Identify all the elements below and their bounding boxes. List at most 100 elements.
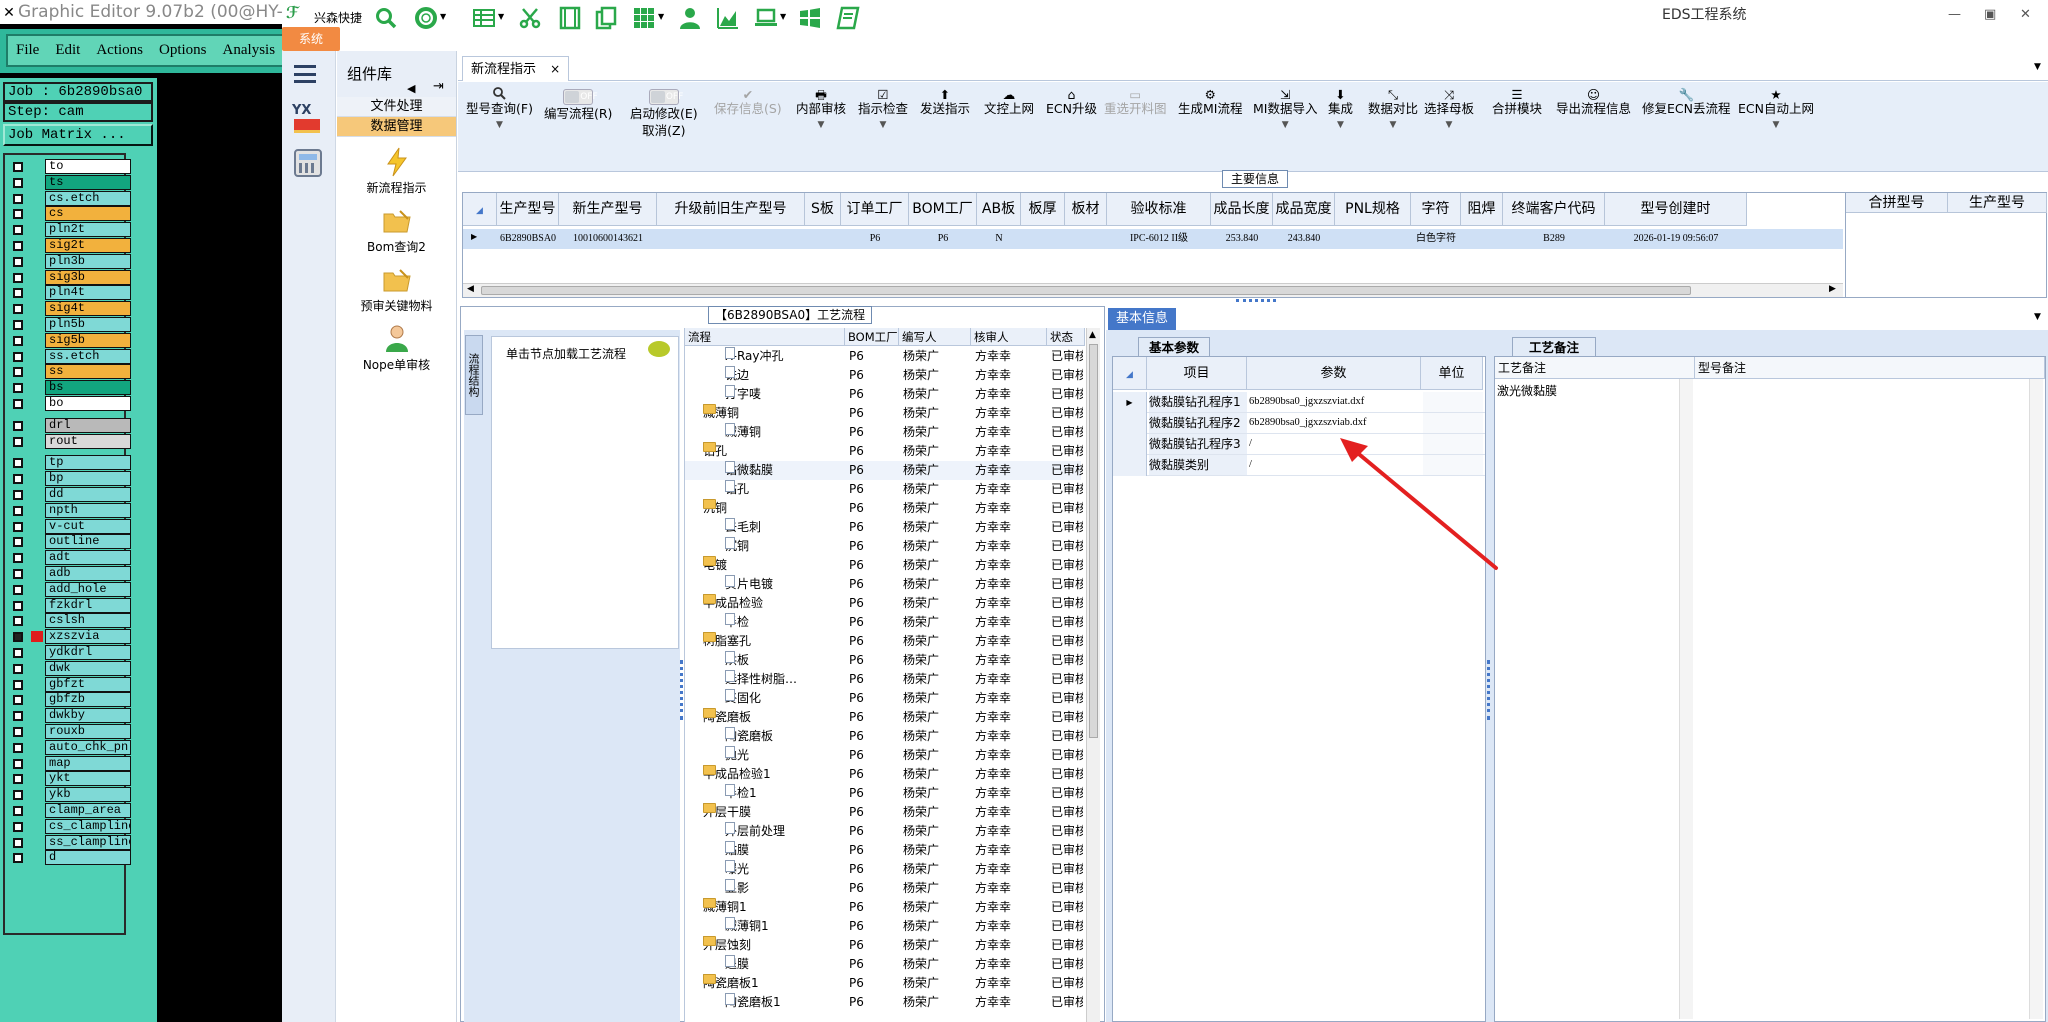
table-cell[interactable] bbox=[1065, 229, 1107, 249]
process-name-cell[interactable]: 陶瓷磨板 bbox=[725, 727, 845, 746]
table-cell[interactable] bbox=[1461, 229, 1503, 249]
process-name-cell[interactable]: −沉铜 bbox=[703, 499, 845, 518]
table-cell[interactable]: P6 bbox=[849, 499, 899, 518]
process-name-cell[interactable]: −外层蚀刻 bbox=[703, 936, 845, 955]
speech-bubble-icon[interactable] bbox=[648, 341, 670, 357]
maximize-icon[interactable]: ▣ bbox=[1984, 7, 1996, 22]
process-name-cell[interactable]: −外层干膜 bbox=[703, 803, 845, 822]
param-row[interactable]: ▶ 微黏膜钻孔程序1 6b2890bsa0_jgxzszviat.dxf bbox=[1113, 392, 1485, 413]
layer-row[interactable]: cslsh bbox=[9, 613, 131, 629]
process-row[interactable]: 贴膜 P6 杨荣广 方幸幸 已审核 bbox=[685, 841, 1083, 860]
process-row[interactable]: 显影 P6 杨荣广 方幸幸 已审核 bbox=[685, 879, 1083, 898]
layer-checkbox[interactable] bbox=[13, 209, 23, 220]
table-cell[interactable]: 已审核 bbox=[1051, 480, 1083, 499]
process-row[interactable]: 陶瓷磨板 P6 杨荣广 方幸幸 已审核 bbox=[685, 727, 1083, 746]
column-header[interactable]: S板 bbox=[805, 193, 841, 226]
nav-tab-data-management[interactable]: 数据管理 bbox=[337, 117, 456, 137]
table-cell[interactable]: 杨荣广 bbox=[903, 860, 971, 879]
process-name-cell[interactable]: 打字唛 bbox=[725, 385, 845, 404]
generate-mi-flow-button[interactable]: ⚙ 生成MI流程 bbox=[1178, 86, 1242, 117]
table-cell[interactable]: P6 bbox=[849, 841, 899, 860]
table-cell[interactable]: P6 bbox=[849, 708, 899, 727]
layer-name[interactable]: to bbox=[45, 159, 131, 174]
table-cell[interactable]: 已审核 bbox=[1051, 651, 1083, 670]
table-cell[interactable]: 杨荣广 bbox=[903, 499, 971, 518]
reselect-cutting-image-button[interactable]: ▭ 重选开料图 bbox=[1104, 86, 1167, 117]
layer-name[interactable]: add_hole bbox=[45, 581, 131, 597]
layer-checkbox[interactable] bbox=[13, 241, 23, 251]
table-cell[interactable]: 杨荣广 bbox=[903, 803, 971, 822]
layer-checkbox[interactable] bbox=[13, 288, 23, 299]
job-field[interactable]: Job : 6b2890bsa0 bbox=[3, 82, 153, 102]
column-header[interactable]: 新生产型号 bbox=[559, 193, 657, 226]
table-cell[interactable]: 方幸幸 bbox=[975, 404, 1045, 423]
process-row[interactable]: 半检 P6 杨荣广 方幸幸 已审核 bbox=[685, 613, 1083, 632]
model-query-button[interactable]: 型号查询(F) ▼ bbox=[466, 86, 533, 134]
table-cell[interactable]: 已审核 bbox=[1051, 803, 1083, 822]
job-matrix-button[interactable]: Job Matrix ... bbox=[3, 124, 153, 146]
layer-row[interactable]: sig2t bbox=[9, 238, 131, 253]
table-cell[interactable]: 6b2890bsa0_jgxzszviab.dxf bbox=[1249, 413, 1419, 433]
column-header[interactable]: 成品宽度 bbox=[1273, 193, 1335, 226]
table-cell[interactable]: 243.840 bbox=[1273, 229, 1335, 249]
table-cell[interactable]: 微黏膜钻孔程序1 bbox=[1149, 392, 1247, 412]
process-name-cell[interactable]: 抛光 bbox=[725, 746, 845, 765]
laptop-icon[interactable] bbox=[754, 6, 778, 30]
table-cell[interactable]: P6 bbox=[849, 347, 899, 366]
column-header[interactable]: 板厚 bbox=[1021, 193, 1065, 226]
table-cell[interactable]: 方幸幸 bbox=[975, 993, 1045, 1012]
process-row[interactable]: −陶瓷磨板P6杨荣广方幸幸已审核 bbox=[685, 708, 1083, 727]
layer-name[interactable]: ydkdrl bbox=[45, 645, 131, 660]
process-row[interactable]: 沉铜 P6 杨荣广 方幸幸 已审核 bbox=[685, 537, 1083, 556]
layer-row[interactable]: gbfzt bbox=[9, 676, 131, 692]
column-header[interactable]: 板材 bbox=[1065, 193, 1107, 226]
table-cell[interactable]: 方幸幸 bbox=[975, 936, 1045, 955]
process-name-cell[interactable]: −钻孔 bbox=[703, 442, 845, 461]
process-row[interactable]: 选择性树脂… P6 杨荣广 方幸幸 已审核 bbox=[685, 670, 1083, 689]
table-cell[interactable] bbox=[1021, 229, 1065, 249]
layer-row[interactable]: bo bbox=[9, 396, 131, 411]
layer-name[interactable]: dwk bbox=[45, 660, 131, 676]
toggle-switch[interactable]: OFF bbox=[648, 89, 683, 105]
layer-checkbox[interactable] bbox=[13, 679, 23, 690]
layer-checkbox[interactable] bbox=[13, 727, 23, 737]
layer-row[interactable]: xzszvia bbox=[9, 629, 131, 645]
process-name-cell[interactable]: 退膜 bbox=[725, 955, 845, 974]
table-cell[interactable] bbox=[1423, 413, 1483, 433]
layer-row[interactable]: drl bbox=[9, 417, 131, 433]
layer-row[interactable]: ykt bbox=[9, 771, 131, 787]
dropdown-arrow-icon[interactable]: ▼ bbox=[1368, 117, 1418, 134]
table-cell[interactable]: P6 bbox=[849, 803, 899, 822]
layer-row[interactable]: map bbox=[9, 755, 131, 771]
table-cell[interactable]: 杨荣广 bbox=[903, 689, 971, 708]
process-row[interactable]: 打字唛 P6 杨荣广 方幸幸 已审核 bbox=[685, 385, 1083, 404]
layer-row[interactable]: to bbox=[9, 159, 131, 174]
save-info-button[interactable]: ✔ 保存信息(S) bbox=[714, 86, 782, 117]
table-cell[interactable]: 已审核 bbox=[1051, 575, 1083, 594]
nav-item-new-flow[interactable]: 新流程指示 bbox=[337, 147, 456, 196]
table-cell[interactable]: 已审核 bbox=[1051, 594, 1083, 613]
table-cell[interactable]: 杨荣广 bbox=[903, 480, 971, 499]
layer-name[interactable]: xzszvia bbox=[45, 629, 131, 645]
table-cell[interactable]: 方幸幸 bbox=[975, 784, 1045, 803]
table-cell[interactable]: P6 bbox=[849, 461, 899, 480]
basic-params-tab[interactable]: 基本参数 bbox=[1138, 337, 1211, 357]
copy-icon[interactable] bbox=[594, 6, 618, 30]
process-row[interactable]: 去毛刺 P6 杨荣广 方幸幸 已审核 bbox=[685, 518, 1083, 537]
table-cell[interactable]: 已审核 bbox=[1051, 727, 1083, 746]
table-cell[interactable]: 方幸幸 bbox=[975, 385, 1045, 404]
process-name-cell[interactable]: 外层前处理 bbox=[725, 822, 845, 841]
process-row[interactable]: −半成品检验P6杨荣广方幸幸已审核 bbox=[685, 594, 1083, 613]
layer-checkbox[interactable] bbox=[13, 256, 23, 267]
layer-name[interactable]: adt bbox=[45, 550, 131, 566]
process-row[interactable]: −减薄铜1P6杨荣广方幸幸已审核 bbox=[685, 898, 1083, 917]
table-cell[interactable]: 杨荣广 bbox=[903, 613, 971, 632]
param-row[interactable]: 微黏膜钻孔程序2 6b2890bsa0_jgxzszviab.dxf bbox=[1113, 413, 1485, 434]
process-name-cell[interactable]: 烘板 bbox=[725, 651, 845, 670]
layer-name[interactable]: bs bbox=[45, 380, 131, 396]
table-cell[interactable]: 方幸幸 bbox=[975, 423, 1045, 442]
horizontal-scrollbar[interactable]: ◀ ▶ bbox=[463, 283, 1843, 297]
process-name-cell[interactable]: −树脂塞孔 bbox=[703, 632, 845, 651]
process-name-cell[interactable]: 铣边 bbox=[725, 366, 845, 385]
table-cell[interactable]: 已审核 bbox=[1051, 689, 1083, 708]
